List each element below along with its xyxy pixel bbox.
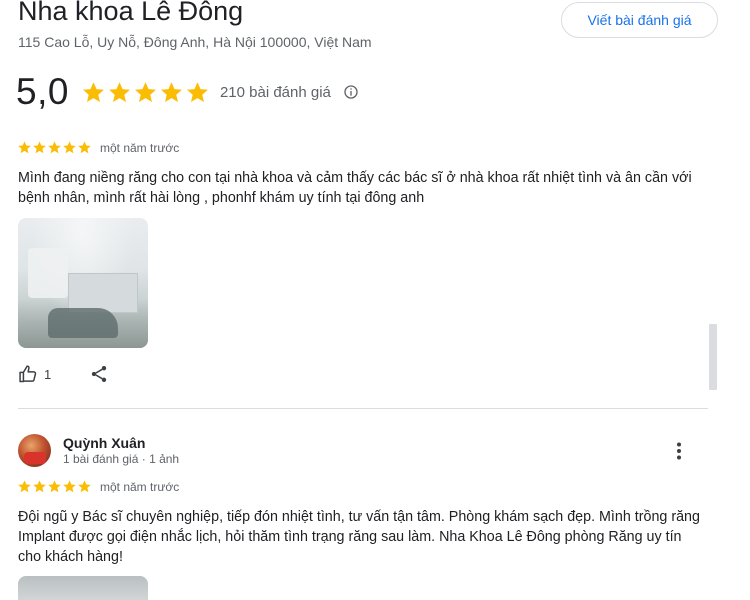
rating-stars bbox=[81, 80, 210, 105]
share-icon[interactable] bbox=[89, 364, 109, 384]
review-meta: một năm trước bbox=[17, 479, 179, 494]
more-options-icon[interactable] bbox=[668, 440, 690, 462]
review-stars bbox=[17, 140, 92, 155]
review-photo[interactable] bbox=[18, 218, 148, 348]
star-icon bbox=[48, 480, 61, 493]
thumbs-up-icon[interactable] bbox=[18, 364, 38, 384]
star-icon bbox=[135, 81, 156, 102]
star-icon bbox=[83, 81, 104, 102]
review-meta: một năm trước bbox=[17, 140, 179, 155]
reviewer-name[interactable]: Quỳnh Xuân bbox=[63, 435, 145, 451]
place-address: 115 Cao Lỗ, Uy Nỗ, Đông Anh, Hà Nội 1000… bbox=[18, 34, 372, 50]
star-icon bbox=[18, 141, 31, 154]
review-text: Mình đang niềng răng cho con tại nhà kho… bbox=[18, 170, 692, 206]
star-icon bbox=[48, 141, 61, 154]
review-stars bbox=[17, 479, 92, 494]
avatar[interactable] bbox=[18, 434, 51, 467]
review-count[interactable]: 210 bài đánh giá bbox=[220, 84, 331, 101]
review-text: Đội ngũ y Bác sĩ chuyên nghiệp, tiếp đón… bbox=[18, 509, 700, 565]
like-count: 1 bbox=[44, 366, 52, 382]
scrollbar[interactable] bbox=[709, 324, 717, 390]
star-icon bbox=[187, 81, 208, 102]
star-icon bbox=[109, 81, 130, 102]
rating-summary: 5,0 210 bài đánh giá bbox=[16, 71, 359, 112]
rating-value: 5,0 bbox=[16, 71, 69, 112]
photo-detail bbox=[48, 308, 118, 338]
star-icon bbox=[78, 141, 91, 154]
star-icon bbox=[161, 81, 182, 102]
star-icon bbox=[63, 141, 76, 154]
review-divider bbox=[18, 408, 708, 409]
write-review-button[interactable]: Viết bài đánh giá bbox=[561, 2, 718, 38]
info-icon[interactable] bbox=[343, 84, 359, 100]
review-date: một năm trước bbox=[100, 140, 180, 155]
place-title: Nha khoa Lê Đông bbox=[18, 0, 244, 26]
review-actions: 1 bbox=[18, 364, 109, 384]
photo-detail bbox=[68, 273, 138, 313]
star-icon bbox=[33, 480, 46, 493]
star-icon bbox=[18, 480, 31, 493]
photo-detail bbox=[28, 248, 68, 298]
review-date: một năm trước bbox=[100, 479, 180, 494]
review-photo[interactable] bbox=[18, 576, 148, 600]
star-icon bbox=[33, 141, 46, 154]
star-icon bbox=[63, 480, 76, 493]
star-icon bbox=[78, 480, 91, 493]
reviewer-meta: 1 bài đánh giá · 1 ảnh bbox=[63, 452, 180, 466]
